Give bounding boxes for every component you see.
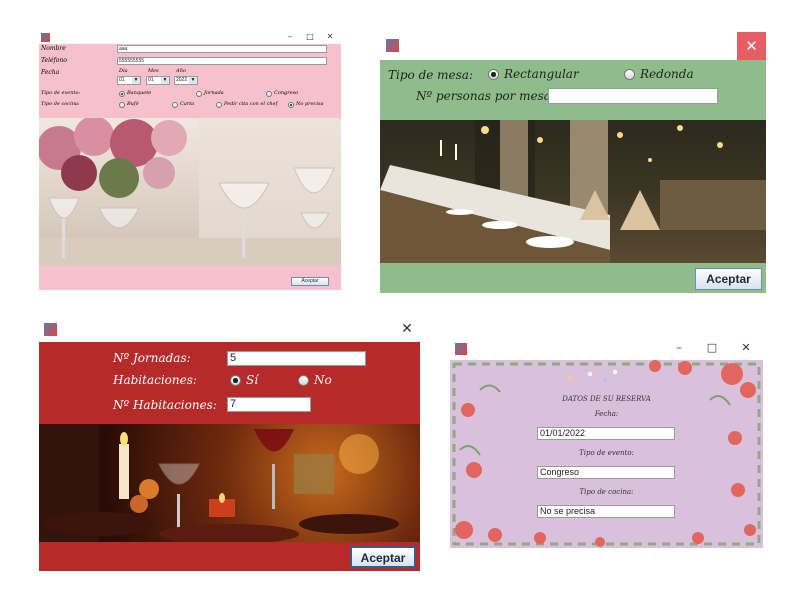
ano-value: 2022 (176, 77, 188, 83)
summary-fecha-label: Fecha: (594, 410, 619, 418)
mesa-redonda-radio[interactable] (624, 69, 635, 80)
dia-select[interactable]: 01 ▼ (117, 76, 141, 85)
summary-cocina-label: Tipo de cocina: (579, 488, 634, 496)
close-icon[interactable]: ✕ (397, 318, 417, 340)
flowers-glasses-illustration (39, 118, 341, 266)
maximize-icon[interactable]: □ (705, 338, 719, 358)
evento-congreso-label: Congreso (274, 90, 299, 96)
evento-banquete-label: Banquete (127, 90, 152, 96)
evento-congreso-radio[interactable] (266, 91, 272, 97)
cocina-chef-radio[interactable] (216, 102, 222, 108)
chevron-down-icon: ▼ (161, 77, 169, 84)
cocina-noprecisa-radio[interactable] (288, 102, 294, 108)
habitaciones-no-label: No (314, 373, 332, 387)
mes-label: Mes (148, 68, 159, 74)
tipo-evento-label: Tipo de evento: (41, 90, 81, 96)
habitaciones-no-radio[interactable] (298, 375, 309, 386)
minimize-icon[interactable]: – (672, 338, 686, 358)
java-app-icon (44, 323, 57, 336)
cocina-carta-label: Carta (180, 101, 195, 107)
jornadas-label: Nº Jornadas: (113, 351, 191, 365)
nombre-label: Nombre (41, 45, 66, 52)
java-app-icon (386, 39, 399, 52)
close-icon[interactable]: ✕ (737, 32, 766, 60)
habitaciones-label: Habitaciones: (113, 373, 197, 387)
aceptar-button[interactable]: Aceptar (291, 277, 329, 286)
chevron-down-icon: ▼ (189, 77, 197, 84)
java-app-icon (41, 33, 50, 42)
personas-mesa-field[interactable] (548, 88, 718, 104)
summary-fecha-field: 01/01/2022 (537, 427, 675, 440)
summary-evento-field: Congreso (537, 466, 675, 479)
evento-jornada-label: Jornada (204, 90, 224, 96)
candlelight-dinner-photo (39, 424, 420, 542)
cocina-bufe-label: Bufé (127, 101, 139, 107)
ano-select[interactable]: 2022 ▼ (174, 76, 198, 85)
evento-jornada-radio[interactable] (196, 91, 202, 97)
mes-select[interactable]: 01 ▼ (146, 76, 170, 85)
title-bar: ✕ (380, 32, 766, 60)
minimize-icon[interactable]: – (284, 32, 296, 42)
summary-evento-label: Tipo de evento: (579, 449, 634, 457)
nombre-field[interactable]: aaa (117, 45, 327, 53)
title-bar: – □ ✕ (39, 32, 341, 44)
dia-label: Día (119, 68, 128, 74)
ano-label: Año (176, 68, 186, 74)
tipo-cocina-label: Tipo de cocina: (41, 101, 80, 107)
mes-value: 01 (148, 77, 154, 83)
aceptar-button[interactable]: Aceptar (350, 546, 416, 568)
n-habitaciones-field[interactable]: 7 (227, 397, 311, 412)
habitaciones-si-radio[interactable] (230, 375, 241, 386)
table-type-window: ✕ Tipo de mesa: Rectangular Redonda Nº p… (380, 32, 766, 293)
jornadas-field[interactable]: 5 (227, 351, 366, 366)
n-habitaciones-label: Nº Habitaciones: (113, 398, 217, 412)
chevron-down-icon: ▼ (132, 77, 140, 84)
summary-heading: DATOS DE SU RESERVA (562, 395, 651, 403)
java-app-icon (455, 343, 467, 355)
reservation-form-window: – □ ✕ Nombre aaa Teléfono 555555555 Fech… (39, 32, 341, 290)
rooms-window: ✕ Nº Jornadas: 5 Habitaciones: Sí No Nº … (39, 318, 420, 571)
fecha-label: Fecha (41, 69, 60, 76)
cocina-chef-label: Pedir cita con el chef (224, 101, 278, 107)
maximize-icon[interactable]: □ (304, 32, 316, 42)
telefono-label: Teléfono (41, 57, 67, 64)
summary-cocina-field: No se precisa (537, 505, 675, 518)
banquet-hall-photo (380, 120, 766, 263)
close-icon[interactable]: ✕ (324, 32, 336, 42)
candles-wine-illustration (39, 424, 399, 542)
mesa-rectangular-radio[interactable] (488, 69, 499, 80)
tipo-mesa-label: Tipo de mesa: (388, 68, 473, 82)
cocina-bufe-radio[interactable] (119, 102, 125, 108)
habitaciones-si-label: Sí (246, 373, 259, 387)
mesa-redonda-label: Redonda (640, 67, 694, 81)
telefono-field[interactable]: 555555555 (117, 57, 327, 65)
reservation-summary-window: – □ ✕ DATOS DE SU RESERVA Fecha: 01/01/2… (450, 338, 763, 548)
mesa-rectangular-label: Rectangular (504, 67, 579, 81)
aceptar-button[interactable]: Aceptar (695, 268, 762, 290)
evento-banquete-radio[interactable] (119, 91, 125, 97)
title-bar: ✕ (39, 318, 420, 342)
personas-mesa-label: Nº personas por mesa: (416, 89, 556, 103)
title-bar: – □ ✕ (450, 338, 763, 360)
dia-value: 01 (119, 77, 125, 83)
long-table-illustration (380, 120, 766, 263)
cocina-carta-radio[interactable] (172, 102, 178, 108)
close-icon[interactable]: ✕ (739, 338, 753, 358)
table-glasses-photo (39, 118, 341, 266)
cocina-noprecisa-label: No precisa (296, 101, 324, 107)
